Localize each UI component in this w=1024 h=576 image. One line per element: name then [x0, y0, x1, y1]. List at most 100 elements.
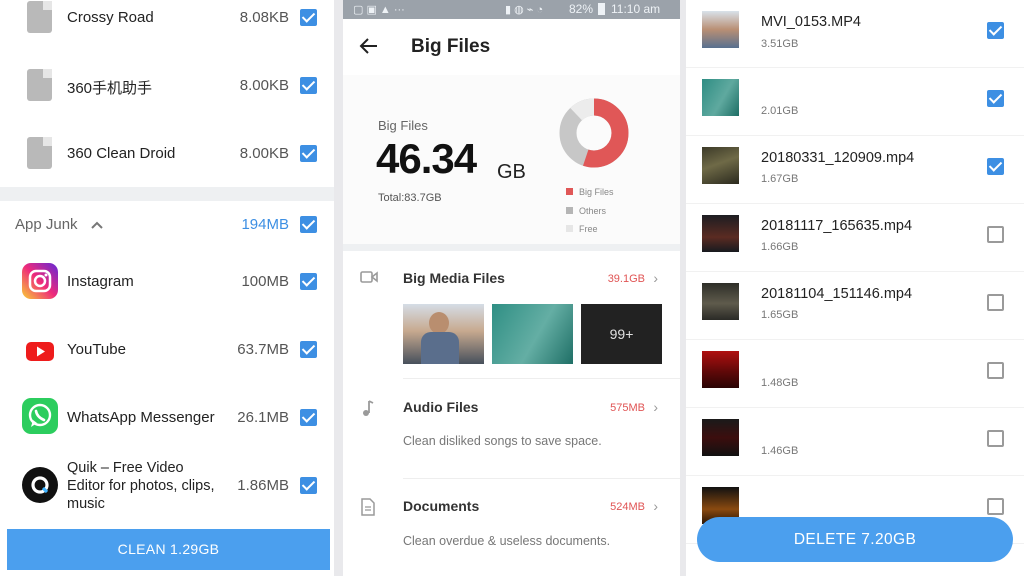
app-row[interactable]: Instagram 100MB [0, 247, 334, 315]
file-checkbox[interactable] [987, 158, 1004, 175]
file-checkbox[interactable] [300, 77, 317, 94]
file-checkbox[interactable] [987, 430, 1004, 447]
section-checkbox[interactable] [300, 216, 317, 233]
video-thumbnail [702, 419, 739, 456]
category-name: Big Media Files [403, 270, 505, 286]
file-checkbox[interactable] [300, 145, 317, 162]
file-checkbox[interactable] [987, 90, 1004, 107]
media-file-row[interactable]: 2.01GB [686, 68, 1024, 136]
file-checkbox[interactable] [987, 498, 1004, 515]
video-thumbnail[interactable] [403, 304, 484, 364]
file-size: 1.66GB [761, 241, 799, 253]
screen-divider [334, 0, 343, 576]
file-checkbox[interactable] [987, 226, 1004, 243]
file-name: 360手机助手 [67, 80, 153, 97]
file-size: 3.51GB [761, 38, 799, 50]
chevron-right-icon: › [653, 498, 658, 514]
app-row[interactable]: Quik – Free Video Editor for photos, cli… [0, 451, 334, 521]
storage-summary: Big Files 46.34 GB Total:83.7GB Big File… [343, 75, 680, 245]
app-size: 1.86MB [237, 477, 289, 494]
app-junk-screen: Crossy Road 8.08KB 360手机助手 8.00KB 360 Cl… [0, 0, 334, 576]
category-name: Documents [403, 498, 480, 514]
documents-section[interactable]: Documents 524MB › Clean overdue & useles… [343, 480, 680, 576]
big-media-files-screen: MVI_0153.MP4 3.51GB 2.01GB 20180331_1209… [686, 0, 1024, 576]
music-note-icon [363, 400, 374, 416]
back-arrow-icon[interactable] [359, 37, 379, 55]
chevron-right-icon: › [653, 270, 658, 286]
file-row[interactable]: 360手机助手 8.00KB [0, 52, 334, 118]
file-size: 8.08KB [239, 9, 289, 26]
app-checkbox[interactable] [300, 341, 317, 358]
app-row[interactable]: WhatsApp Messenger 26.1MB [0, 383, 334, 451]
section-size: 194MB [241, 216, 289, 233]
app-checkbox[interactable] [300, 477, 317, 494]
chevron-right-icon: › [653, 399, 658, 415]
app-row[interactable]: YouTube 63.7MB [0, 315, 334, 383]
file-size: 1.46GB [761, 445, 799, 457]
chevron-up-icon[interactable] [90, 218, 104, 232]
file-icon [27, 137, 52, 169]
battery-percent: 82% [569, 2, 594, 16]
file-size: 8.00KB [239, 77, 289, 94]
file-name: 20180331_120909.mp4 [761, 150, 915, 166]
clean-button[interactable]: CLEAN 1.29GB [7, 529, 330, 570]
app-checkbox[interactable] [300, 273, 317, 290]
clock: 11:10 am [611, 2, 661, 16]
file-checkbox[interactable] [987, 362, 1004, 379]
file-size: 2.01GB [761, 105, 799, 117]
media-file-row[interactable]: 20181104_151146.mp4 1.65GB [686, 272, 1024, 340]
video-thumbnail [702, 11, 739, 48]
document-icon [361, 498, 375, 516]
media-file-row[interactable]: 1.48GB [686, 340, 1024, 408]
app-name: WhatsApp Messenger [67, 409, 215, 426]
app-name: Instagram [67, 273, 134, 290]
section-divider [0, 187, 334, 201]
page-title: Big Files [411, 36, 491, 57]
app-size: 100MB [241, 273, 289, 290]
media-file-row[interactable]: 1.46GB [686, 408, 1024, 476]
file-size: 8.00KB [239, 145, 289, 162]
app-size: 26.1MB [237, 409, 289, 426]
summary-unit: GB [497, 161, 526, 183]
file-checkbox[interactable] [987, 294, 1004, 311]
media-file-row[interactable]: 20181117_165635.mp4 1.66GB [686, 204, 1024, 272]
file-row[interactable]: 360 Clean Droid 8.00KB [0, 120, 334, 186]
app-name: YouTube [67, 341, 126, 358]
file-name: 20181104_151146.mp4 [761, 286, 913, 302]
file-name: MVI_0153.MP4 [761, 14, 861, 30]
app-junk-header[interactable]: App Junk 194MB [0, 201, 334, 249]
app-checkbox[interactable] [300, 409, 317, 426]
app-name: Quik – Free Video Editor for photos, cli… [67, 460, 215, 512]
chart-legend: Big Files Others Free [566, 183, 614, 239]
battery-icon [598, 3, 605, 15]
file-size: 1.48GB [761, 377, 799, 389]
more-thumbnails[interactable]: 99+ [581, 304, 662, 364]
file-size: 1.65GB [761, 309, 799, 321]
video-thumbnail [702, 79, 739, 116]
big-media-files-section[interactable]: Big Media Files 39.1GB › 99+ [343, 251, 680, 366]
app-size: 63.7MB [237, 341, 289, 358]
category-description: Clean overdue & useless documents. [403, 534, 611, 548]
file-checkbox[interactable] [300, 9, 317, 26]
file-row[interactable]: Crossy Road 8.08KB [0, 0, 334, 50]
youtube-icon [22, 333, 58, 369]
video-thumbnail [702, 351, 739, 388]
media-file-row[interactable]: MVI_0153.MP4 3.51GB [686, 0, 1024, 68]
category-size: 39.1GB [607, 273, 645, 285]
whatsapp-icon [22, 398, 58, 434]
video-thumbnail [702, 147, 739, 184]
media-file-row[interactable]: 20180331_120909.mp4 1.67GB [686, 136, 1024, 204]
video-camera-icon [360, 271, 378, 283]
file-name: 360 Clean Droid [67, 145, 176, 162]
category-size: 524MB [610, 501, 645, 513]
instagram-icon [22, 263, 58, 299]
summary-total: Total:83.7GB [378, 192, 442, 204]
audio-files-section[interactable]: Audio Files 575MB › Clean disliked songs… [343, 380, 680, 475]
big-files-screen: ▢ ▣ ▲ ··· ▮ ◍ ⌁ ◔ 82% 11:10 am Big Files… [343, 0, 680, 576]
delete-button[interactable]: DELETE 7.20GB [697, 517, 1013, 562]
file-name: 20181117_165635.mp4 [761, 218, 913, 234]
file-checkbox[interactable] [987, 22, 1004, 39]
video-thumbnail[interactable] [492, 304, 573, 364]
summary-label: Big Files [378, 118, 428, 133]
summary-value: 46.34 [376, 135, 477, 182]
